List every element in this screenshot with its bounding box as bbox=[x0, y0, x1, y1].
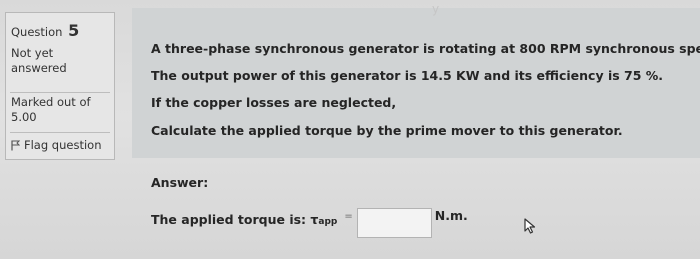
marks-line-2: 5.00 bbox=[11, 110, 37, 124]
question-line-2: The output power of this generator is 14… bbox=[151, 68, 664, 83]
question-number-row: Question 5 bbox=[11, 21, 79, 40]
state-line-2: answered bbox=[11, 61, 67, 75]
question-state: Not yet answered bbox=[11, 46, 106, 76]
divider bbox=[10, 132, 110, 133]
answer-unit: N.m. bbox=[434, 207, 468, 223]
marks-line-1: Marked out of bbox=[11, 95, 91, 109]
flag-outline-icon bbox=[11, 140, 20, 151]
question-marks: Marked out of 5.00 bbox=[11, 95, 111, 125]
flag-question-label: Flag question bbox=[24, 138, 102, 152]
faint-mark: y bbox=[432, 2, 440, 16]
question-line-4: Calculate the applied torque by the prim… bbox=[151, 123, 623, 138]
question-number: 5 bbox=[68, 21, 80, 40]
page: Question 5 Not yet answered Marked out o… bbox=[0, 0, 700, 259]
question-line-1: A three-phase synchronous generator is r… bbox=[151, 41, 700, 56]
mouse-pointer-icon bbox=[524, 218, 536, 238]
question-line-3: If the copper losses are neglected, bbox=[151, 95, 397, 110]
flag-question-button[interactable]: Flag question bbox=[11, 138, 102, 152]
answer-row: The applied torque is: τ app = N.m. bbox=[151, 200, 468, 238]
question-text-panel: y A three-phase synchronous generator is… bbox=[132, 2, 700, 158]
answer-subscript: app bbox=[318, 217, 338, 227]
answer-input[interactable] bbox=[356, 208, 432, 238]
divider bbox=[10, 92, 110, 93]
question-info-panel: Question 5 Not yet answered Marked out o… bbox=[5, 12, 115, 160]
question-label: Question bbox=[11, 25, 63, 39]
equals-sign: = bbox=[344, 210, 353, 222]
state-line-1: Not yet bbox=[11, 46, 54, 60]
answer-heading: Answer: bbox=[151, 175, 209, 190]
answer-prompt: The applied torque is: τ bbox=[151, 211, 319, 227]
